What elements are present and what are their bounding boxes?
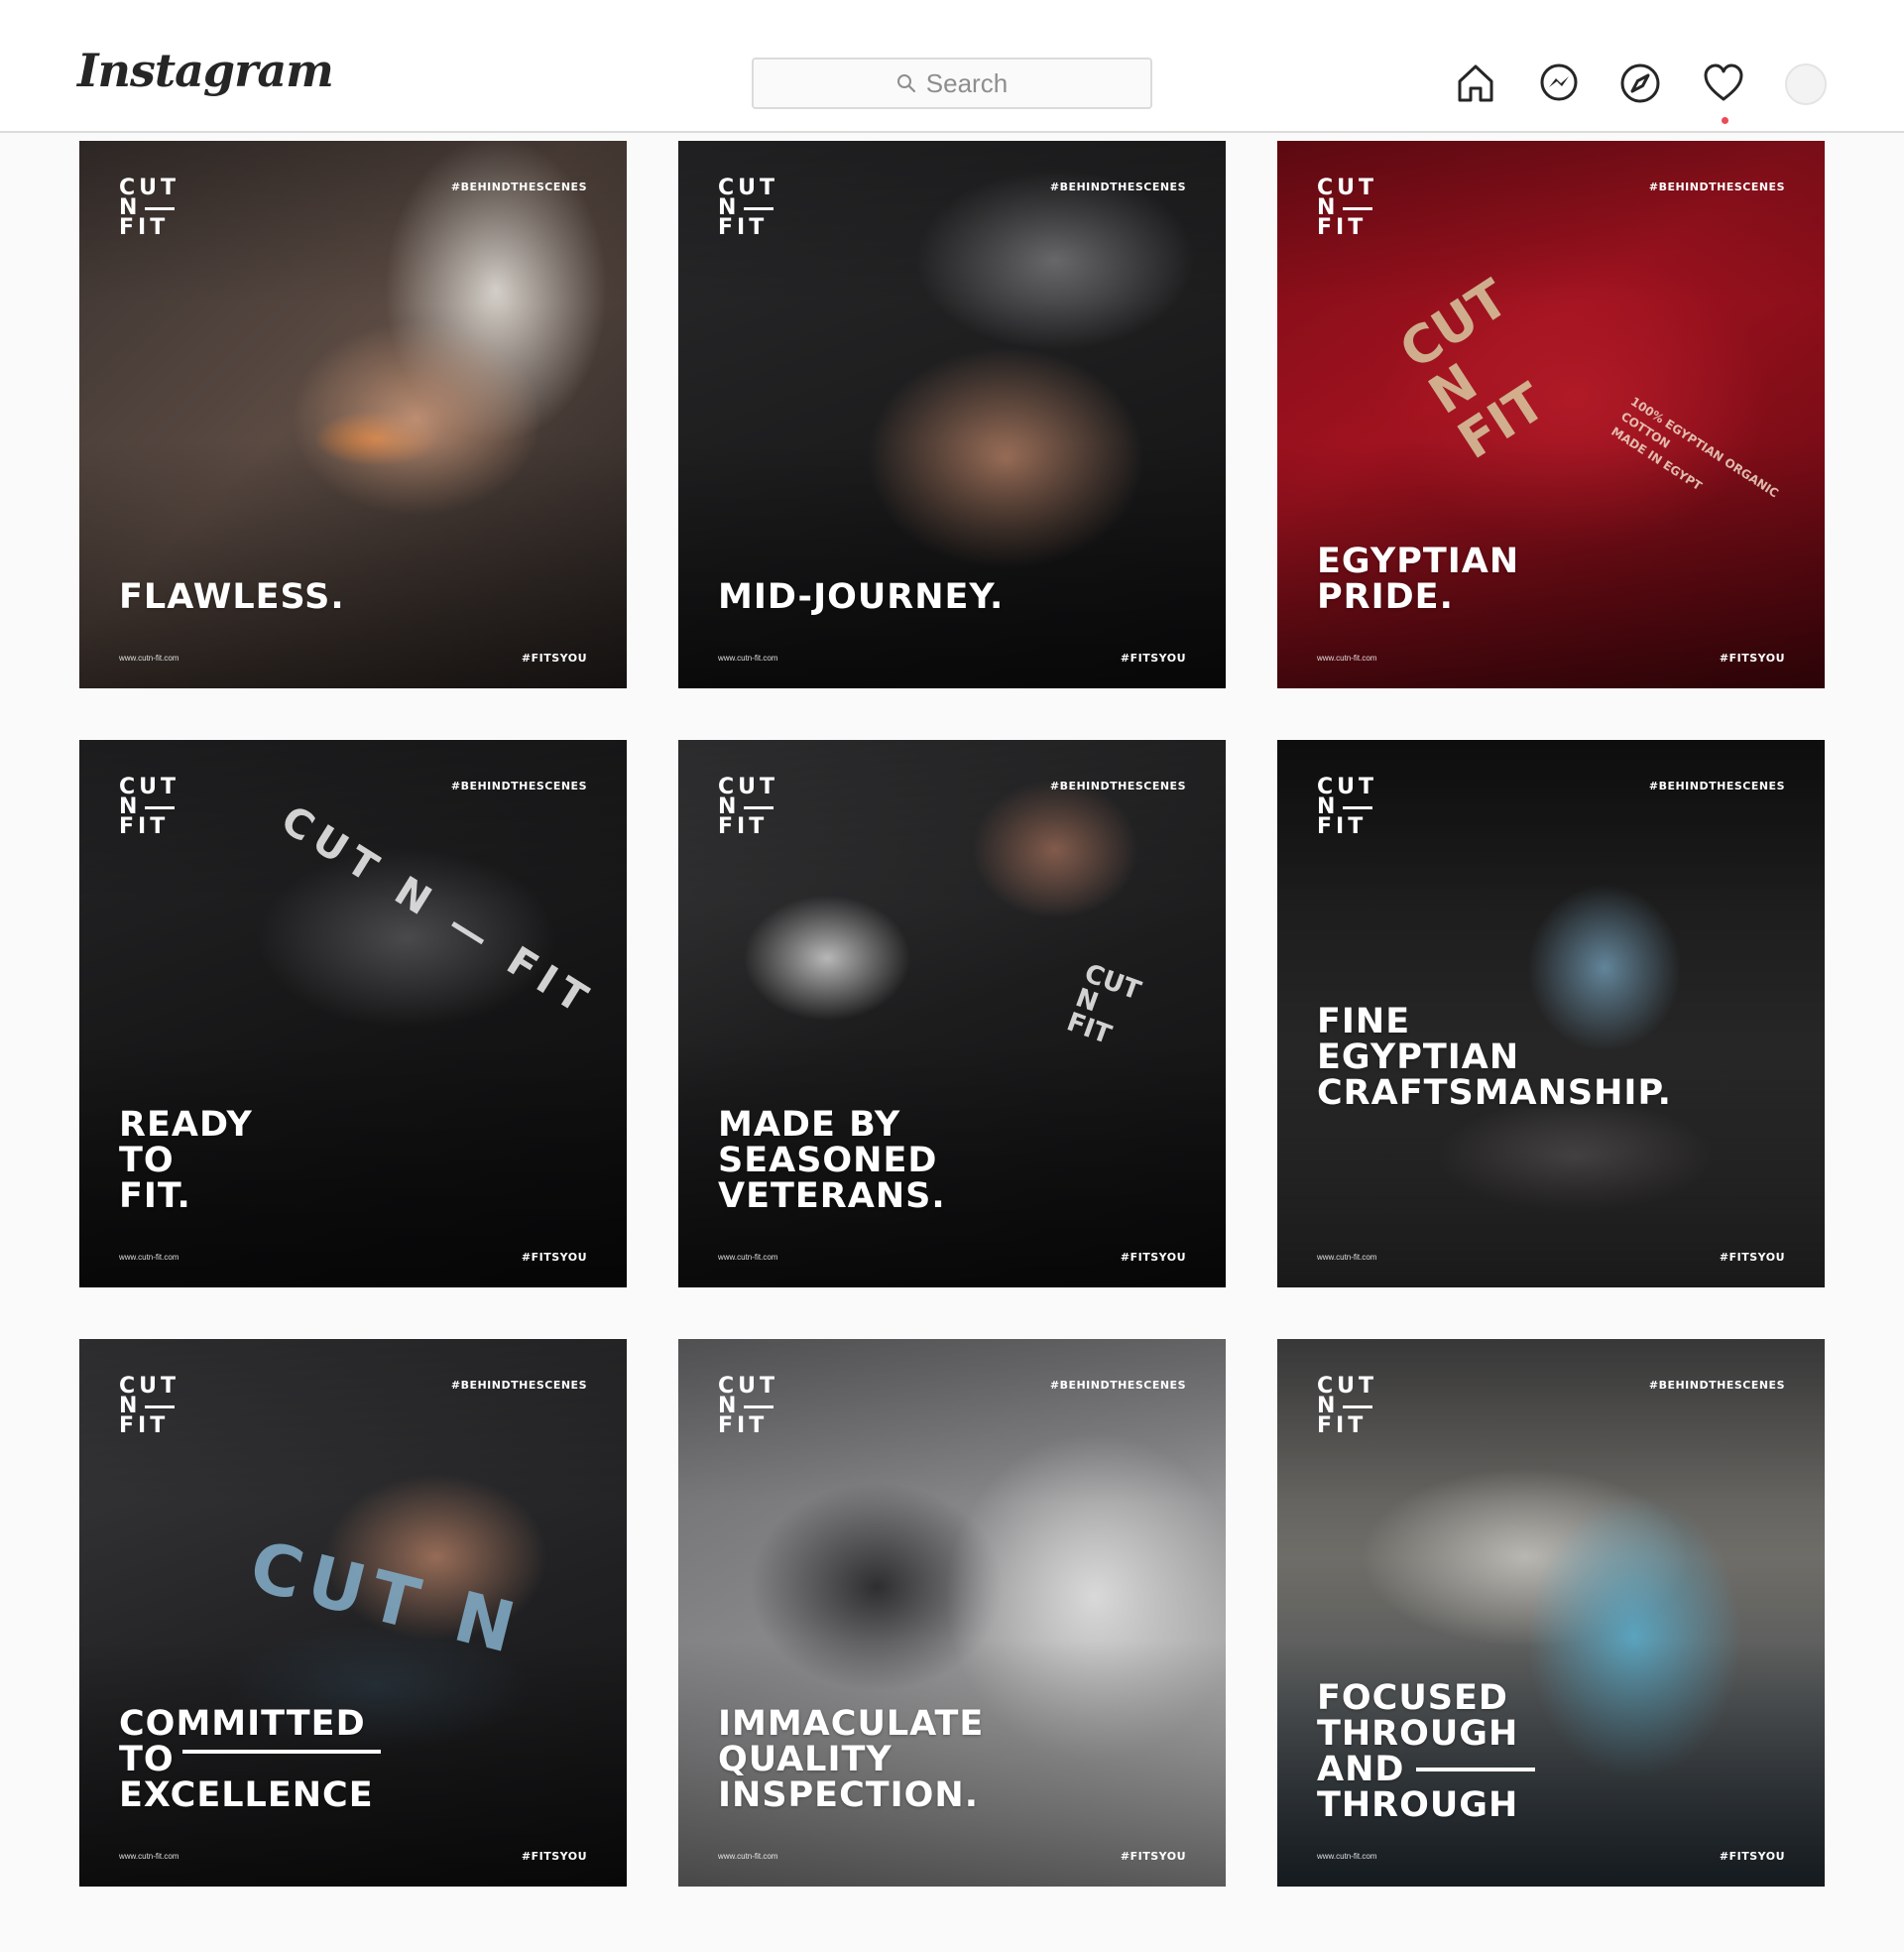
- hashtag-bottom: #FITSYOU: [521, 1251, 587, 1264]
- hashtag-bottom: #FITSYOU: [1719, 1850, 1785, 1863]
- headline-rule: [1416, 1768, 1535, 1771]
- brand-rule: [145, 1404, 176, 1408]
- hashtag-top: #BEHINDTHESCENES: [1049, 780, 1186, 793]
- activity-heart-icon[interactable]: [1702, 61, 1745, 105]
- brand-logo: CUT N FIT: [718, 777, 778, 839]
- post-tile[interactable]: CUT N FIT 100% EGYPTIAN ORGANIC COTTON M…: [1277, 141, 1825, 688]
- brand-word-fit: FIT: [718, 215, 769, 240]
- post-headline: IMMACULATE QUALITY INSPECTION.: [718, 1704, 985, 1815]
- post-tile[interactable]: CUT N FIT CUT N FIT #BEHINDTHESCENES MAD…: [678, 740, 1226, 1287]
- brand-logo: CUT N FIT: [119, 178, 179, 240]
- website-text: www.cutn-fit.com: [119, 1852, 179, 1861]
- brand-word-fit: FIT: [119, 1413, 170, 1438]
- search-input[interactable]: Search: [752, 58, 1152, 109]
- brand-word-fit: FIT: [1317, 215, 1368, 240]
- search-icon: [896, 74, 915, 93]
- notification-dot: [1722, 117, 1728, 124]
- brand-rule: [744, 206, 774, 210]
- hashtag-top: #BEHINDTHESCENES: [1648, 780, 1785, 793]
- hashtag-top: #BEHINDTHESCENES: [1049, 1379, 1186, 1392]
- top-navigation-bar: Instagram Search: [0, 0, 1904, 133]
- post-tile[interactable]: CUT N FIT #BEHINDTHESCENES FOCUSED THROU…: [1277, 1339, 1825, 1887]
- hashtag-top: #BEHINDTHESCENES: [1049, 181, 1186, 193]
- brand-word-fit: FIT: [119, 215, 170, 240]
- home-icon[interactable]: [1454, 61, 1497, 105]
- hashtag-top: #BEHINDTHESCENES: [1648, 181, 1785, 193]
- brand-word-fit: FIT: [718, 814, 769, 839]
- website-text: www.cutn-fit.com: [718, 654, 778, 663]
- brand-word-fit: FIT: [718, 1413, 769, 1438]
- hashtag-bottom: #FITSYOU: [1719, 652, 1785, 665]
- post-tile[interactable]: CUT N FIT #BEHINDTHESCENES FINE EGYPTIAN…: [1277, 740, 1825, 1287]
- post-tile[interactable]: CUT N CUT N FIT #BEHINDTHESCENES COMMITT…: [79, 1339, 627, 1887]
- website-text: www.cutn-fit.com: [718, 1852, 778, 1861]
- post-headline: FINE EGYPTIAN CRAFTSMANSHIP.: [1317, 1002, 1672, 1113]
- website-text: www.cutn-fit.com: [119, 1253, 179, 1262]
- brand-logo: CUT N FIT: [119, 1376, 179, 1438]
- brand-logo: CUT N FIT: [1317, 1376, 1377, 1438]
- brand-rule: [1343, 206, 1373, 210]
- messenger-icon[interactable]: [1537, 61, 1581, 105]
- post-headline: COMMITTED TO EXCELLENCE: [119, 1704, 374, 1815]
- website-text: www.cutn-fit.com: [119, 654, 179, 663]
- brand-word-fit: FIT: [1317, 1413, 1368, 1438]
- post-headline: MID-JOURNEY.: [718, 577, 1005, 617]
- post-headline: EGYPTIAN PRIDE.: [1317, 542, 1520, 617]
- hashtag-top: #BEHINDTHESCENES: [450, 780, 587, 793]
- hashtag-bottom: #FITSYOU: [1120, 652, 1186, 665]
- website-text: www.cutn-fit.com: [1317, 1253, 1377, 1262]
- brand-rule: [1343, 805, 1373, 809]
- brand-rule: [744, 1404, 774, 1408]
- brand-logo: CUT N FIT: [1317, 178, 1377, 240]
- hashtag-bottom: #FITSYOU: [1120, 1850, 1186, 1863]
- brand-logo: CUT N FIT: [718, 178, 778, 240]
- hashtag-top: #BEHINDTHESCENES: [1648, 1379, 1785, 1392]
- post-headline: FLAWLESS.: [119, 577, 345, 617]
- post-headline: MADE BY SEASONED VETERANS.: [718, 1105, 946, 1216]
- website-text: www.cutn-fit.com: [1317, 1852, 1377, 1861]
- brand-rule: [744, 805, 774, 809]
- brand-word-fit: FIT: [119, 814, 170, 839]
- instagram-logo[interactable]: Instagram: [77, 44, 334, 97]
- post-headline: READY TO FIT.: [119, 1105, 253, 1216]
- hashtag-bottom: #FITSYOU: [1719, 1251, 1785, 1264]
- search-placeholder: Search: [925, 67, 1009, 98]
- brand-logo: CUT N FIT: [1317, 777, 1377, 839]
- brand-rule: [1343, 1404, 1373, 1408]
- post-tile[interactable]: CUT N FIT #BEHINDTHESCENES IMMACULATE QU…: [678, 1339, 1226, 1887]
- post-tile[interactable]: CUT N FIT #BEHINDTHESCENES FLAWLESS. www…: [79, 141, 627, 688]
- hashtag-top: #BEHINDTHESCENES: [450, 181, 587, 193]
- website-text: www.cutn-fit.com: [1317, 654, 1377, 663]
- brand-logo: CUT N FIT: [119, 777, 179, 839]
- brand-rule: [145, 206, 176, 210]
- brand-rule: [145, 805, 176, 809]
- hashtag-bottom: #FITSYOU: [521, 1850, 587, 1863]
- explore-icon[interactable]: [1618, 61, 1662, 105]
- avatar[interactable]: [1785, 63, 1827, 105]
- headline-rule: [182, 1750, 381, 1754]
- hashtag-bottom: #FITSYOU: [521, 652, 587, 665]
- post-tile[interactable]: CUT N — FIT CUT N FIT #BEHINDTHESCENES R…: [79, 740, 627, 1287]
- website-text: www.cutn-fit.com: [718, 1253, 778, 1262]
- hashtag-top: #BEHINDTHESCENES: [450, 1379, 587, 1392]
- post-headline: FOCUSED THROUGH AND THROUGH: [1317, 1678, 1519, 1825]
- brand-word-fit: FIT: [1317, 814, 1368, 839]
- brand-logo: CUT N FIT: [718, 1376, 778, 1438]
- post-tile[interactable]: CUT N FIT #BEHINDTHESCENES MID-JOURNEY. …: [678, 141, 1226, 688]
- hashtag-bottom: #FITSYOU: [1120, 1251, 1186, 1264]
